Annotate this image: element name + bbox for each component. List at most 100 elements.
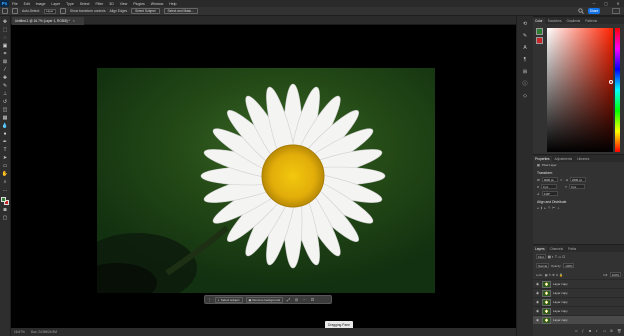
tab-channels[interactable]: Channels — [548, 246, 565, 252]
history-brush-tool-icon[interactable]: ↺ — [2, 99, 8, 105]
close-tab-icon[interactable]: × — [73, 19, 75, 23]
auto-select-dropdown[interactable]: Layer — [43, 8, 56, 14]
transform-icon[interactable]: ⤢ — [286, 297, 291, 302]
hue-slider[interactable] — [615, 28, 620, 152]
layer-row[interactable]: ◉ Layer copy — [533, 288, 624, 297]
menu-edit[interactable]: Edit — [21, 2, 33, 6]
delete-layer-icon[interactable]: 🗑 — [617, 329, 621, 333]
gradient-tool-icon[interactable]: ▦ — [2, 115, 8, 121]
tab-properties[interactable]: Properties — [533, 156, 552, 162]
align-left-icon[interactable]: ⫷ — [537, 206, 539, 210]
menu-plugins[interactable]: Plugins — [130, 2, 147, 6]
close-window-button[interactable]: ✕ — [612, 1, 624, 6]
color-picker-field[interactable] — [547, 28, 613, 152]
menu-filter[interactable]: Filter — [93, 2, 107, 6]
width-field[interactable]: 3000 px — [541, 177, 558, 182]
angle-field[interactable]: 0.00° — [541, 191, 558, 196]
screen-mode-icon[interactable]: ▢ — [2, 215, 8, 221]
brush-tool-icon[interactable]: ✎ — [2, 83, 8, 89]
color-swatches[interactable] — [1, 197, 9, 205]
more-tools-icon[interactable]: … — [2, 187, 8, 193]
align-middle-icon[interactable]: ⊢ — [552, 206, 555, 210]
checkbox-icon[interactable] — [59, 8, 66, 14]
path-select-tool-icon[interactable]: ➤ — [2, 155, 8, 161]
quick-mask-icon[interactable]: ◙ — [2, 207, 8, 213]
height-field[interactable]: 2000 px — [570, 177, 587, 182]
menu-window[interactable]: Window — [148, 2, 166, 6]
daisy-photo[interactable] — [97, 68, 435, 293]
history-icon[interactable]: ⟲ — [522, 20, 529, 27]
object-select-tool-icon[interactable]: ▣ — [2, 43, 8, 49]
layer-row[interactable]: ◉ Layer copy — [533, 297, 624, 306]
link-layers-icon[interactable]: ∞ — [575, 329, 579, 333]
zoom-level[interactable]: 16.67% — [14, 330, 25, 334]
align-center-icon[interactable]: ⫼ — [541, 206, 542, 210]
blend-mode-select[interactable]: Normal — [536, 263, 550, 268]
y-field[interactable]: 0 px — [569, 184, 586, 189]
fill-field[interactable]: 100% — [609, 272, 621, 277]
tab-layers[interactable]: Layers — [533, 246, 547, 252]
menu-select[interactable]: Select — [77, 2, 93, 6]
select-subject-button[interactable]: Select Subject — [131, 8, 160, 14]
move-tool-icon[interactable] — [12, 8, 18, 14]
tab-swatches[interactable]: Swatches — [546, 18, 564, 24]
show-transform-label[interactable]: Show transform controls — [70, 9, 106, 13]
paragraph-icon[interactable]: ¶ — [522, 56, 529, 63]
drag-handle-icon[interactable]: ⋮ — [207, 297, 212, 302]
menu-file[interactable]: File — [9, 2, 21, 6]
healing-brush-tool-icon[interactable]: ✚ — [2, 75, 8, 81]
pen-tool-icon[interactable]: ✒ — [2, 139, 8, 145]
eyedropper-tool-icon[interactable]: ⁄ — [2, 67, 8, 73]
mask-icon[interactable]: ◎ — [294, 297, 299, 302]
background-swatch[interactable] — [536, 37, 543, 44]
align-right-icon[interactable]: ⫸ — [544, 206, 546, 210]
lasso-tool-icon[interactable]: ◌ — [2, 35, 8, 41]
layer-kind-filter[interactable]: Kind — [536, 254, 546, 259]
lock-icons[interactable]: ▦ ✎ ✥ ⊡ 🔒 — [545, 273, 564, 277]
minimize-button[interactable]: ─ — [588, 1, 600, 6]
tab-adjustments[interactable]: Adjustments — [553, 156, 575, 162]
navigator-icon[interactable]: ◇ — [522, 92, 529, 99]
tab-color[interactable]: Color — [533, 18, 545, 24]
x-field[interactable]: 0 px — [541, 184, 558, 189]
filter-icons[interactable]: ▦ ◐ T ▭ ⊡ — [548, 255, 566, 259]
frame-tool-icon[interactable]: ⊠ — [2, 59, 8, 65]
foreground-color-swatch[interactable] — [1, 197, 6, 202]
align-edges-label[interactable]: Align Edges — [110, 9, 128, 13]
tab-gradients[interactable]: Gradients — [564, 18, 582, 24]
info-icon[interactable]: ⓘ — [522, 80, 529, 87]
remove-background-button[interactable]: ▣ Remove background — [245, 296, 284, 303]
character-icon[interactable]: A — [522, 44, 529, 51]
tab-patterns[interactable]: Patterns — [583, 18, 599, 24]
move-tool-icon[interactable]: ✥ — [2, 19, 8, 25]
visibility-eye-icon[interactable]: ◉ — [536, 300, 540, 304]
marquee-tool-icon[interactable]: ⬚ — [2, 27, 8, 33]
visibility-eye-icon[interactable]: ◉ — [536, 318, 540, 322]
more-options-icon[interactable]: ··· — [302, 297, 307, 302]
maximize-button[interactable]: ▢ — [600, 1, 612, 6]
select-subject-button[interactable]: ◐ Select subject — [215, 296, 243, 303]
zoom-tool-icon[interactable]: ⌕ — [2, 179, 8, 185]
link-icon[interactable]: ∞ — [560, 178, 564, 182]
opacity-field[interactable]: 100% — [563, 263, 575, 268]
menu-type[interactable]: Type — [63, 2, 77, 6]
layer-row[interactable]: ◉ Layer copy — [533, 306, 624, 315]
menu-help[interactable]: Help — [166, 2, 179, 6]
visibility-eye-icon[interactable]: ◉ — [536, 291, 540, 295]
pin-icon[interactable]: ⊡ — [310, 297, 315, 302]
tab-libraries[interactable]: Libraries — [575, 156, 591, 162]
layer-row[interactable]: ◉ Layer copy — [533, 279, 624, 288]
adjustment-layer-icon[interactable]: ◐ — [596, 329, 600, 333]
add-mask-icon[interactable]: ◙ — [589, 329, 593, 333]
menu-3d[interactable]: 3D — [106, 2, 116, 6]
layer-row-selected[interactable]: ◉ Layer copy — [533, 315, 624, 324]
new-layer-icon[interactable]: ⊞ — [610, 329, 614, 333]
type-tool-icon[interactable]: T — [2, 147, 8, 153]
align-top-icon[interactable]: ⊤ — [548, 206, 551, 210]
canvas-area[interactable]: ⋮ ◐ Select subject ▣ Remove background ⤢… — [11, 25, 516, 329]
fx-icon[interactable]: ƒ — [582, 329, 586, 333]
crop-tool-icon[interactable]: ⌗ — [2, 51, 8, 57]
shape-tool-icon[interactable]: ▭ — [2, 163, 8, 169]
new-group-icon[interactable]: ▭ — [603, 329, 607, 333]
eraser-tool-icon[interactable]: ◫ — [2, 107, 8, 113]
